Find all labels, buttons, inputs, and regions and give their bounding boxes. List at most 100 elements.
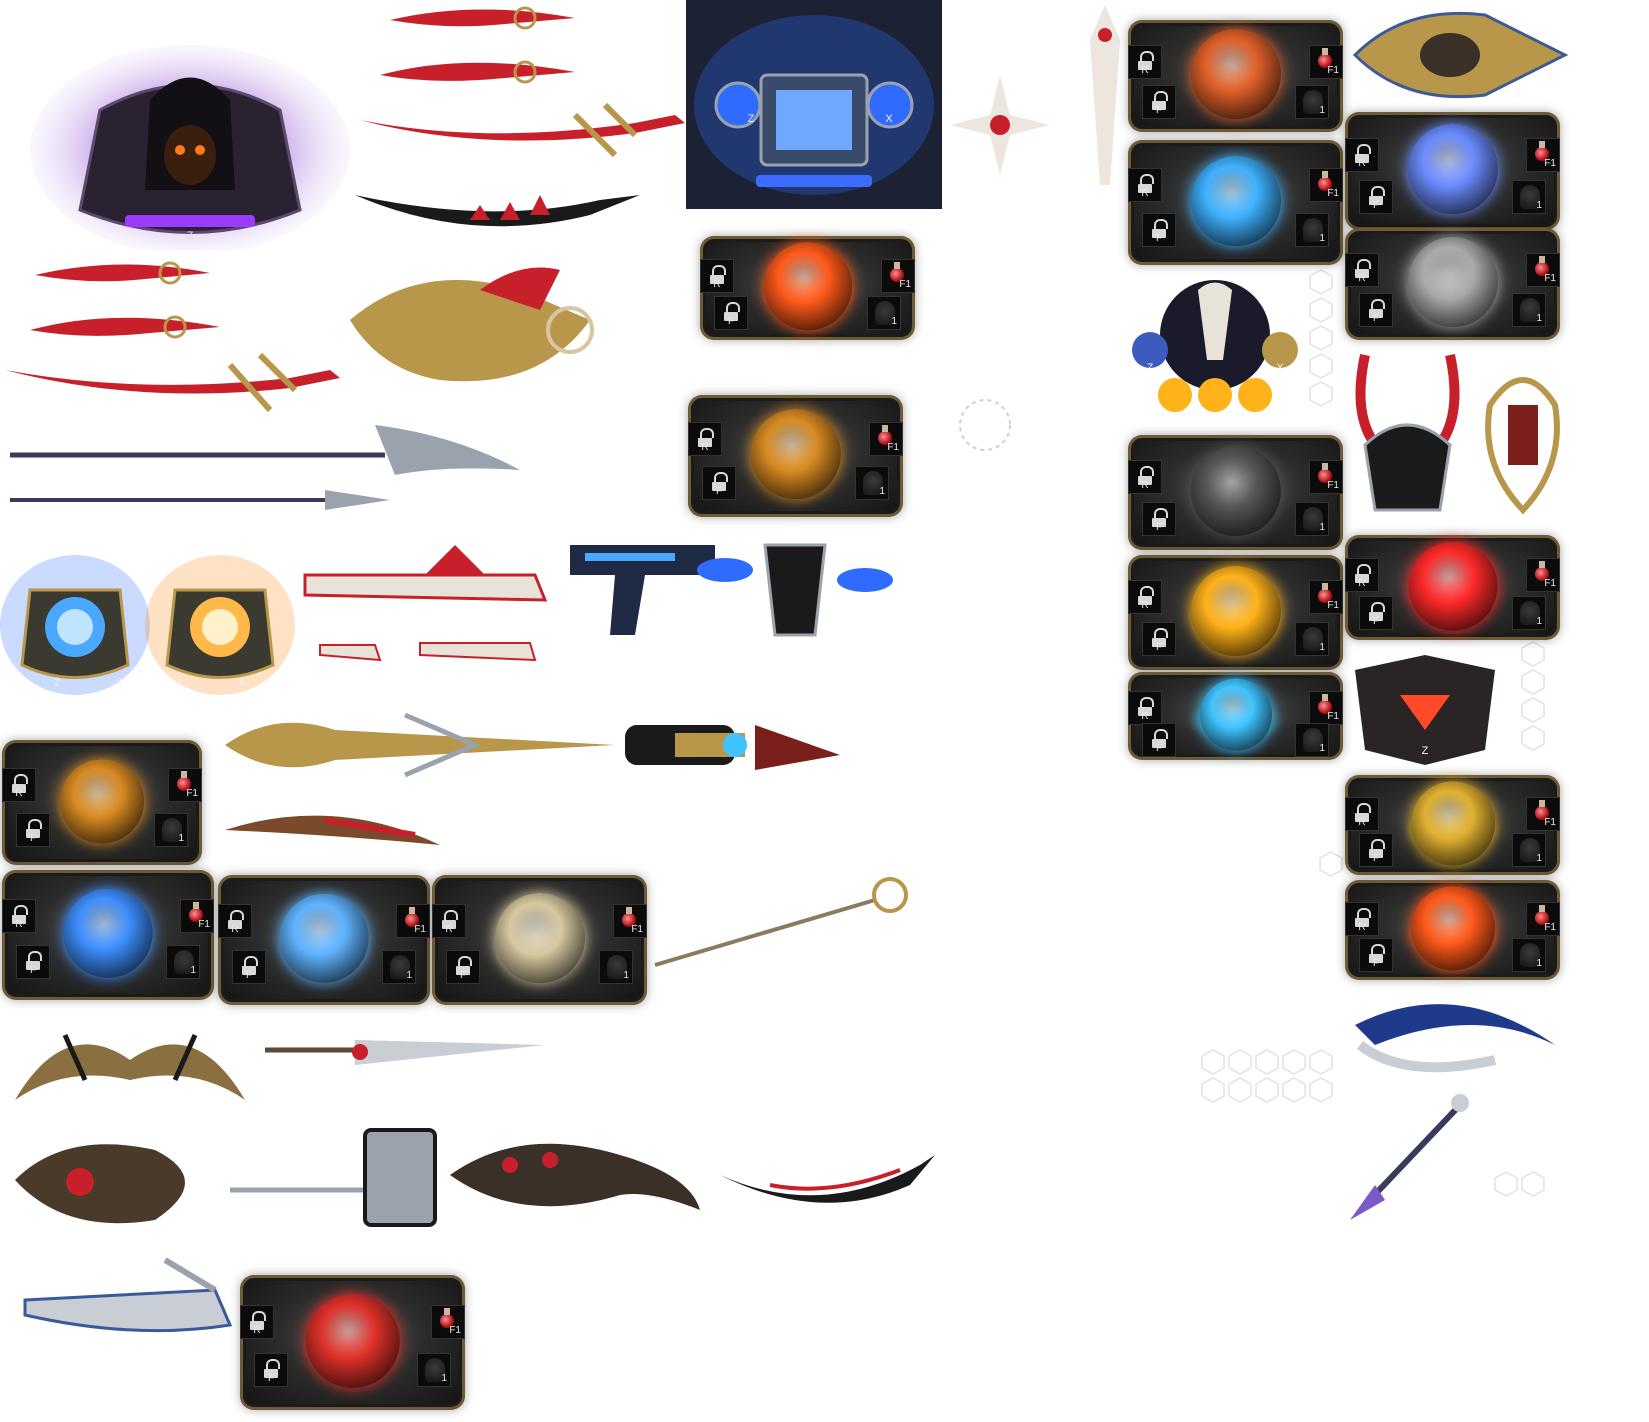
red-rifle [303,545,548,602]
shield-icon [1407,237,1498,328]
key-label: F1 [899,279,911,290]
faint-wreath [959,399,1011,451]
potion-key[interactable]: F1 [1309,460,1343,494]
skill-r-key[interactable]: R [688,422,722,456]
skill-r-key[interactable]: R [2,768,36,802]
skill-r-key[interactable]: R [2,899,36,933]
skill-r-key[interactable]: R [1345,797,1379,831]
skill-f-key[interactable]: F [232,950,266,984]
potion-key[interactable]: F1 [1309,691,1343,725]
slot-1-key[interactable]: 1 [1295,622,1329,656]
skill-r-key[interactable]: R [1345,558,1379,592]
key-label: R [1141,480,1149,491]
skill-f-key[interactable]: F [254,1353,288,1387]
skill-f-key[interactable]: F [1359,938,1393,972]
fire-orb-icon [1410,886,1495,971]
potion-key[interactable]: F1 [1526,253,1560,287]
dark-glaive [355,195,640,227]
slot-1-key[interactable]: 1 [1512,293,1546,327]
potion-key[interactable]: F1 [613,904,647,938]
potion-key[interactable]: F1 [180,899,214,933]
lock-icon [442,910,458,929]
skill-f-key[interactable]: F [16,813,50,847]
potion-key[interactable]: F1 [396,904,430,938]
blue-rune-icon [0,555,150,695]
skill-f-key[interactable]: F [446,950,480,984]
skill-f-key[interactable]: F [1359,293,1393,327]
skill-f-key[interactable]: F [1359,180,1393,214]
lock-icon [12,905,28,924]
red-core-mask: Z [1345,650,1505,765]
skill-r-key[interactable]: R [1128,580,1162,614]
potion-key[interactable]: F1 [881,259,915,293]
potion-key[interactable]: F1 [1526,558,1560,592]
potion-key[interactable]: F1 [1526,797,1560,831]
slot-1-key[interactable]: 1 [166,945,200,979]
gold-mech-piece [1352,11,1569,99]
key-label: F1 [186,788,198,799]
skill-r-key[interactable]: R [218,904,252,938]
skill-f-key[interactable]: F [16,945,50,979]
slot-1-key[interactable]: 1 [1512,180,1546,214]
slot-1-key[interactable]: 1 [867,296,901,330]
skill-r-key[interactable]: R [1128,168,1162,202]
skill-r-key[interactable]: R [1128,45,1162,79]
potion-key[interactable]: F1 [168,768,202,802]
potion-key[interactable]: F1 [1526,138,1560,172]
slot-1-key[interactable]: 1 [1512,938,1546,972]
skill-r-key[interactable]: R [1128,460,1162,494]
skill-f-key[interactable]: F [1359,596,1393,630]
skill-r-key[interactable]: R [432,904,466,938]
skill-f-key[interactable]: F [714,296,748,330]
skill-f-key[interactable]: F [1359,833,1393,867]
silver-crossbow [23,1257,233,1333]
skill-r-key[interactable]: R [1345,138,1379,172]
slot-1-key[interactable]: 1 [855,466,889,500]
bone-dagger [1090,5,1120,185]
key-label: F1 [1327,188,1339,199]
potion-key[interactable]: F1 [1309,45,1343,79]
potion-key[interactable]: F1 [1526,902,1560,936]
halberd [10,425,520,475]
slot-1-key[interactable]: 1 [599,950,633,984]
key-label: F [1372,853,1380,864]
octagon-icon [1410,781,1495,866]
skill-f-key[interactable]: F [702,466,736,500]
skill-r-key[interactable]: R [240,1305,274,1339]
gold-skill-ring: Z X [145,555,295,695]
skill-hud-frame: R F F1 1 [218,875,430,1005]
key-label: F [1155,743,1163,754]
skill-f-key[interactable]: F [1142,622,1176,656]
skill-r-key[interactable]: R [1128,691,1162,725]
slot-1-key[interactable]: 1 [1512,833,1546,867]
skill-r-key[interactable]: R [700,259,734,293]
card-icon [1407,124,1498,215]
skill-r-key[interactable]: R [1345,902,1379,936]
lock-icon [1355,803,1371,822]
x-key-label: X [238,677,246,689]
potion-key[interactable]: F1 [1309,580,1343,614]
lock-icon [1369,186,1385,205]
lock-icon [250,1311,266,1330]
slot-1-key[interactable]: 1 [417,1353,451,1387]
potion-key[interactable]: F1 [431,1305,465,1339]
slot-1-key[interactable]: 1 [154,813,188,847]
skill-hud-frame: R F F1 1 [1128,435,1343,550]
slot-1-key[interactable]: 1 [1512,596,1546,630]
slot-1-key[interactable]: 1 [1295,723,1329,757]
lock-icon [1355,144,1371,163]
potion-key[interactable]: F1 [869,422,903,456]
skill-f-key[interactable]: F [1142,723,1176,757]
slot-1-key[interactable]: 1 [1295,85,1329,119]
skill-f-key[interactable]: F [1142,213,1176,247]
winged-bow [15,1033,245,1100]
skill-r-key[interactable]: R [1345,253,1379,287]
skill-f-key[interactable]: F [1142,502,1176,536]
potion-key[interactable]: F1 [1309,168,1343,202]
slot-1-key[interactable]: 1 [382,950,416,984]
slot-1-key[interactable]: 1 [1295,502,1329,536]
skill-f-key[interactable]: F [1142,85,1176,119]
horn-icon [494,893,585,984]
slot-1-key[interactable]: 1 [1295,213,1329,247]
gold-talisman [1485,377,1560,515]
